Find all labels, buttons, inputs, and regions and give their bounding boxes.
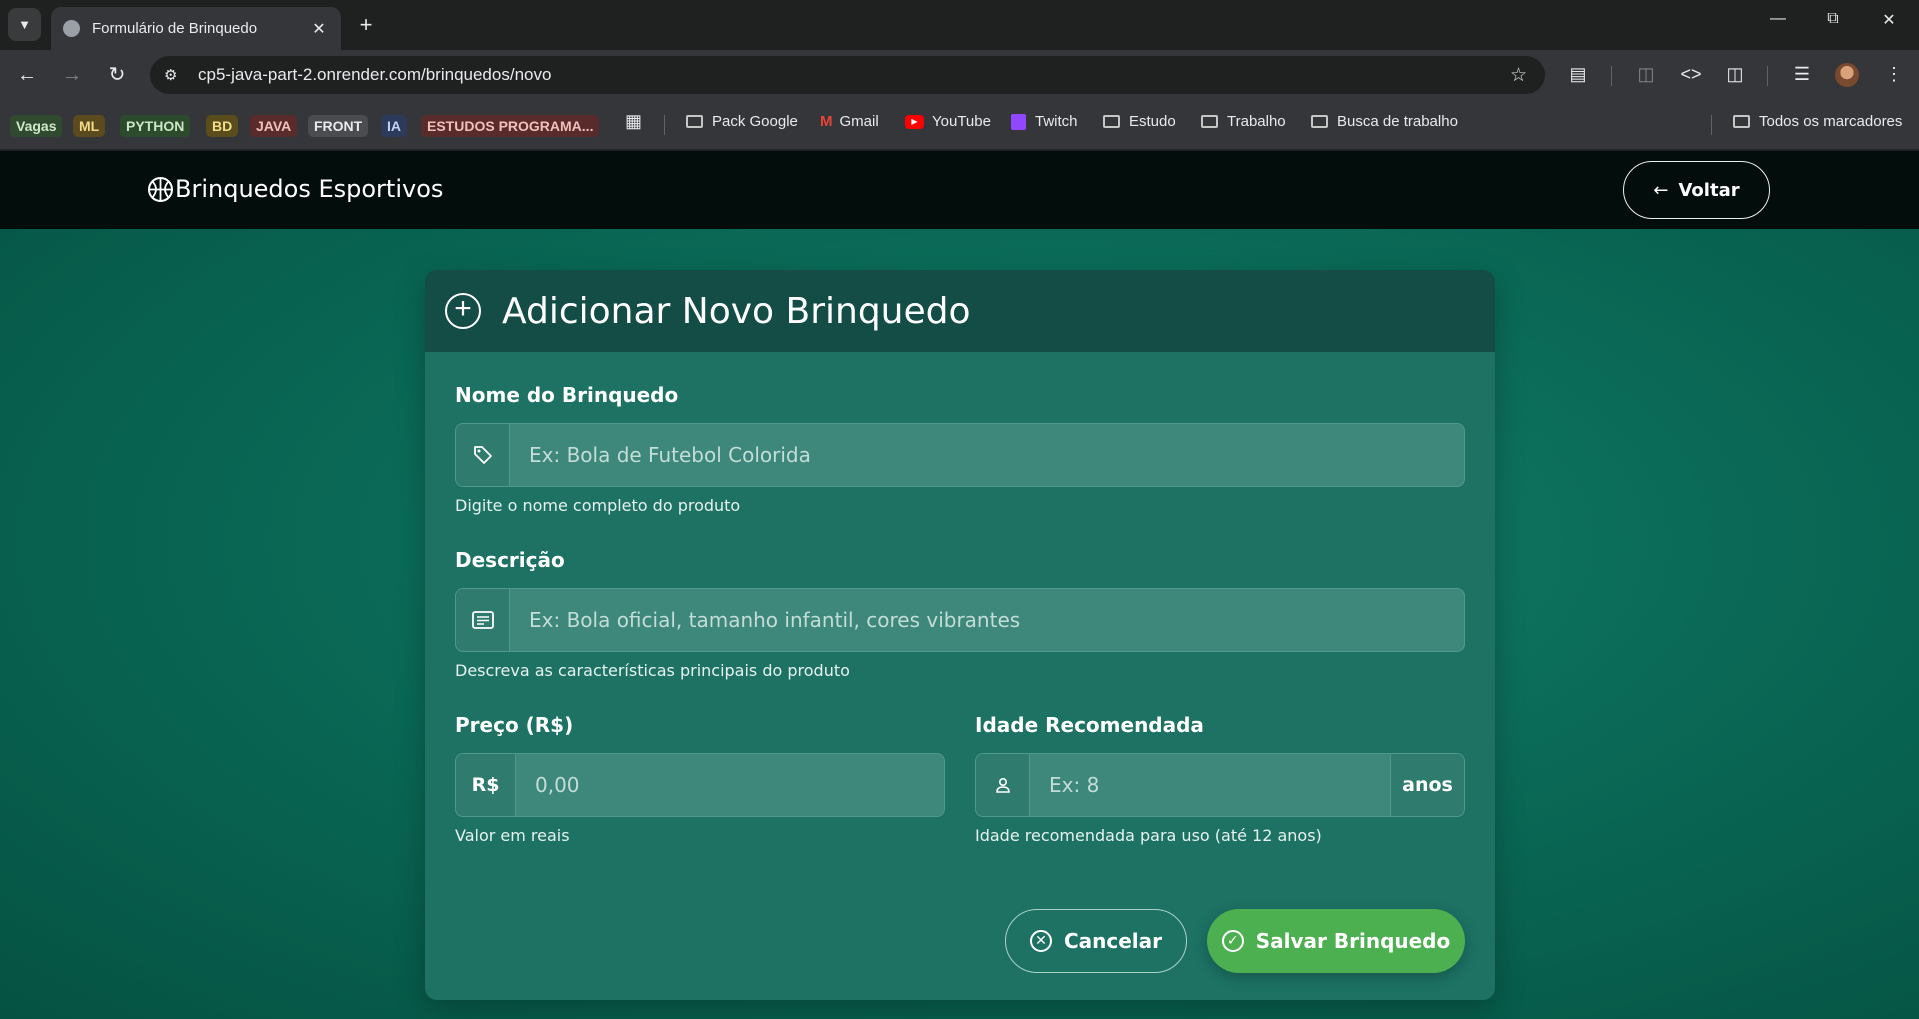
descricao-hint: Descreva as características principais d… (455, 661, 850, 680)
preco-input[interactable] (516, 754, 944, 816)
new-tab-button[interactable]: + (353, 12, 379, 38)
restore-icon[interactable]: ⧉ (1818, 10, 1848, 28)
youtube-icon: ▶ (905, 114, 924, 129)
bookmark-chip[interactable]: PYTHON (120, 115, 191, 137)
preco-hint: Valor em reais (455, 826, 570, 845)
brand[interactable]: Brinquedos Esportivos (148, 175, 443, 203)
bookmark-chip[interactable]: IA (381, 115, 407, 137)
bookmark-pack-google[interactable]: Pack Google (686, 113, 798, 130)
preco-field-group: R$ (455, 753, 945, 817)
folder-icon (1733, 115, 1750, 128)
bookmark-chip[interactable]: FRONT (308, 115, 369, 137)
minimize-icon[interactable]: — (1763, 10, 1793, 28)
brand-name: Brinquedos Esportivos (175, 175, 444, 203)
idade-label: Idade Recomendada (975, 713, 1204, 737)
bookmark-chip[interactable]: Vagas (10, 115, 63, 137)
address-bar[interactable]: ⚙ cp5-java-part-2.onrender.com/brinquedo… (150, 56, 1545, 94)
toolbar-divider (1767, 66, 1768, 86)
page-content: Brinquedos Esportivos ← Voltar + Adicion… (0, 151, 1919, 1019)
bookmark-chip[interactable]: JAVA (250, 115, 298, 137)
check-circle-icon: ✓ (1221, 930, 1244, 952)
bookmark-star-icon[interactable]: ☆ (1510, 64, 1527, 87)
site-info-icon[interactable]: ⚙ (164, 66, 190, 84)
idade-input[interactable] (1030, 754, 1390, 816)
close-tab-icon[interactable]: ✕ (309, 19, 329, 39)
back-button[interactable]: ← Voltar (1623, 161, 1770, 219)
nome-label: Nome do Brinquedo (455, 383, 679, 407)
browser-tab-active[interactable]: Formulário de Brinquedo ✕ (51, 7, 341, 50)
form-title: Adicionar Novo Brinquedo (502, 290, 971, 332)
browser-toolbar: ← → ↻ ⚙ cp5-java-part-2.onrender.com/bri… (0, 50, 1919, 100)
chevron-down-icon: ▼ (18, 17, 31, 32)
basketball-icon (148, 176, 173, 202)
media-control-icon[interactable]: ☰ (1790, 64, 1814, 85)
bookmark-busca-trabalho[interactable]: Busca de trabalho (1311, 113, 1458, 130)
tag-icon (456, 424, 510, 486)
text-lines-icon (456, 589, 510, 651)
preco-label: Preço (R$) (455, 713, 574, 737)
twitch-icon (1011, 113, 1026, 130)
nome-field-group (455, 423, 1465, 487)
arrow-left-icon: ← (1653, 179, 1669, 201)
close-window-icon[interactable]: ✕ (1874, 10, 1904, 30)
apps-grid-icon[interactable]: ▦ (625, 111, 642, 132)
save-button[interactable]: ✓ Salvar Brinquedo (1207, 909, 1465, 973)
bookmark-chip[interactable]: ESTUDOS PROGRAMA... (421, 115, 600, 137)
browser-tabstrip: ▼ Formulário de Brinquedo ✕ + — ⧉ ✕ (0, 0, 1919, 50)
bookmark-all-bookmarks[interactable]: Todos os marcadores (1733, 113, 1902, 130)
folder-icon (1201, 115, 1218, 128)
cancel-button[interactable]: ✕ Cancelar (1005, 909, 1187, 973)
cancel-button-label: Cancelar (1063, 929, 1163, 953)
back-arrow-icon[interactable]: ← (14, 63, 40, 89)
currency-prefix: R$ (456, 754, 516, 816)
idade-field-group: anos (975, 753, 1465, 817)
folder-icon (686, 115, 703, 128)
nome-hint: Digite o nome completo do produto (455, 496, 741, 515)
tab-title: Formulário de Brinquedo (92, 20, 258, 37)
plus-circle-icon: + (445, 293, 481, 329)
person-icon (976, 754, 1030, 816)
bookmark-chip[interactable]: BD (206, 115, 239, 137)
site-navbar: Brinquedos Esportivos ← Voltar (0, 151, 1919, 229)
bookmarks-bar: Vagas ML PYTHON BD JAVA FRONT IA ESTUDOS PROGRA… (0, 100, 1919, 150)
menu-dots-icon[interactable]: ⋮ (1882, 64, 1906, 85)
globe-icon (63, 20, 80, 37)
forward-arrow-icon[interactable]: → (59, 63, 85, 89)
side-panel-icon[interactable]: ◫ (1723, 64, 1747, 85)
reload-icon[interactable]: ↻ (104, 63, 130, 89)
descricao-field-group (455, 588, 1465, 652)
nome-input[interactable] (510, 424, 1464, 486)
bookmark-youtube[interactable]: ▶ YouTube (905, 113, 991, 130)
tab-search-button[interactable]: ▼ (8, 8, 41, 41)
bookmarks-divider (664, 115, 665, 135)
translate-icon[interactable]: ◫ (1634, 64, 1658, 85)
gmail-icon: M (820, 113, 833, 130)
folder-icon (1311, 115, 1328, 128)
profile-avatar[interactable] (1835, 63, 1859, 87)
form-card: + Adicionar Novo Brinquedo Nome do Brinq… (425, 270, 1495, 1000)
bookmark-chip[interactable]: ML (73, 115, 106, 137)
bookmark-twitch[interactable]: Twitch (1011, 113, 1078, 130)
back-button-label: Voltar (1678, 179, 1740, 201)
descricao-input[interactable] (510, 589, 1464, 651)
folder-icon (1103, 115, 1120, 128)
descricao-label: Descrição (455, 548, 565, 572)
toolbar-divider (1611, 66, 1612, 86)
url-text[interactable]: cp5-java-part-2.onrender.com/brinquedos/… (198, 65, 551, 85)
x-circle-icon: ✕ (1029, 930, 1052, 952)
bookmark-trabalho[interactable]: Trabalho (1201, 113, 1286, 130)
bookmark-estudo[interactable]: Estudo (1103, 113, 1176, 130)
code-icon[interactable]: <> (1679, 64, 1703, 85)
extensions-icon[interactable]: ▤ (1566, 64, 1590, 85)
bookmarks-divider (1711, 115, 1712, 135)
form-card-header: + Adicionar Novo Brinquedo (425, 270, 1495, 352)
idade-hint: Idade recomendada para uso (até 12 anos) (975, 826, 1322, 845)
bookmark-gmail[interactable]: M Gmail (820, 113, 879, 130)
save-button-label: Salvar Brinquedo (1255, 929, 1451, 953)
idade-suffix: anos (1390, 754, 1464, 816)
